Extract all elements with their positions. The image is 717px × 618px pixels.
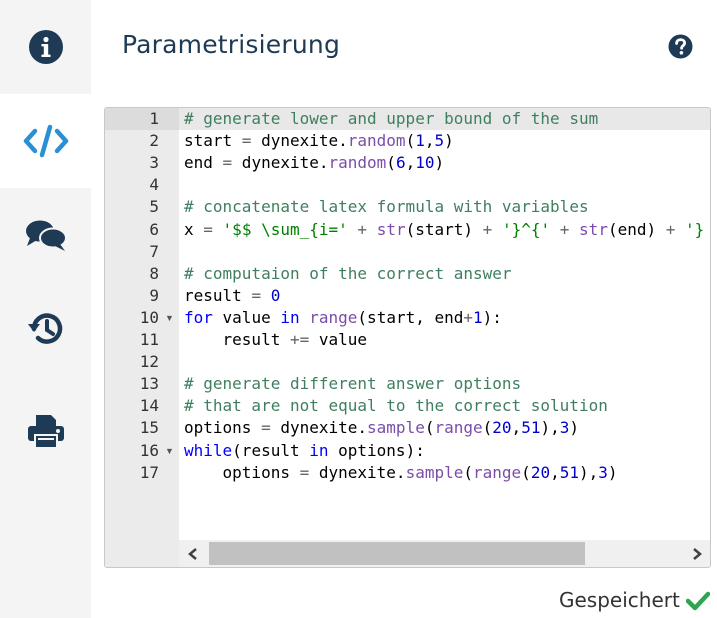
- fold-toggle-icon[interactable]: ▼: [165, 440, 174, 462]
- sidebar: [0, 0, 91, 618]
- page-title: Parametrisierung: [122, 30, 341, 59]
- code-line: result += value: [184, 330, 368, 349]
- code-line: # concatenate latex formula with variabl…: [184, 197, 589, 217]
- sidebar-item-info[interactable]: [0, 0, 91, 94]
- code-icon: [23, 124, 68, 158]
- line-number: 6: [149, 219, 159, 239]
- code-editor[interactable]: 1 2 3 4 5 6 7 8 9 10 ▼ 11 12 13 14 15 16 ▼ 17 # generate l…: [104, 107, 711, 568]
- horizontal-scrollbar[interactable]: [179, 540, 710, 567]
- line-number: 13: [139, 374, 159, 394]
- line-number: 12: [139, 352, 159, 372]
- sidebar-item-comments[interactable]: [0, 188, 91, 282]
- line-number: 8: [149, 263, 159, 283]
- line-number: 3: [149, 153, 159, 173]
- help-button[interactable]: [668, 34, 693, 59]
- code-line: x = '$$ \sum_{i=' + str(start) + '}^{' +…: [184, 219, 705, 239]
- code-area[interactable]: # generate lower and upper bound of the …: [179, 108, 710, 540]
- code-line: for value in range(start, end+1):: [184, 307, 502, 327]
- line-number: 1: [149, 109, 159, 128]
- line-number: 15: [139, 418, 159, 438]
- code-line: while(result in options):: [184, 440, 425, 460]
- code-line: # that are not equal to the correct solu…: [184, 396, 608, 416]
- code-line: # generate lower and upper bound of the …: [184, 109, 599, 128]
- sidebar-item-print[interactable]: [0, 384, 91, 478]
- sidebar-item-code[interactable]: [0, 94, 91, 188]
- line-number: 4: [149, 175, 159, 195]
- line-number: 2: [149, 131, 159, 151]
- line-number: 9: [149, 285, 159, 305]
- line-number: 17: [139, 462, 159, 482]
- line-number: 16: [139, 440, 159, 460]
- scrollbar-thumb[interactable]: [209, 542, 585, 565]
- chevron-left-icon: [187, 547, 197, 560]
- history-icon: [27, 313, 62, 344]
- chevron-right-icon: [692, 547, 702, 560]
- line-number: 11: [139, 330, 159, 349]
- code-line: end = dynexite.random(6,10): [184, 153, 445, 173]
- info-icon: [28, 30, 63, 64]
- code-line: # computaion of the correct answer: [184, 263, 512, 283]
- code-line: result = 0: [184, 285, 281, 305]
- sidebar-item-history[interactable]: [0, 282, 91, 376]
- line-number: 5: [149, 197, 159, 217]
- line-number-gutter: 1 2 3 4 5 6 7 8 9 10 ▼ 11 12 13 14 15 16 ▼ 17: [105, 108, 179, 567]
- question-circle-icon: [668, 34, 693, 59]
- save-status: Gespeichert: [559, 588, 680, 612]
- comments-icon: [25, 220, 67, 251]
- code-line: # generate different answer options: [184, 374, 522, 394]
- fold-toggle-icon[interactable]: ▼: [165, 307, 174, 329]
- scroll-left-button[interactable]: [179, 540, 206, 567]
- print-icon: [27, 415, 64, 449]
- code-line: options = dynexite.sample(range(20,51),3…: [184, 418, 579, 438]
- check-icon: [686, 591, 710, 611]
- line-number: 14: [139, 396, 159, 416]
- line-number: 7: [149, 241, 159, 261]
- line-number: 10: [139, 307, 159, 327]
- code-line: options = dynexite.sample(range(20,51),3…: [184, 462, 618, 482]
- code-line: start = dynexite.random(1,5): [184, 131, 454, 151]
- scroll-right-button[interactable]: [683, 540, 710, 567]
